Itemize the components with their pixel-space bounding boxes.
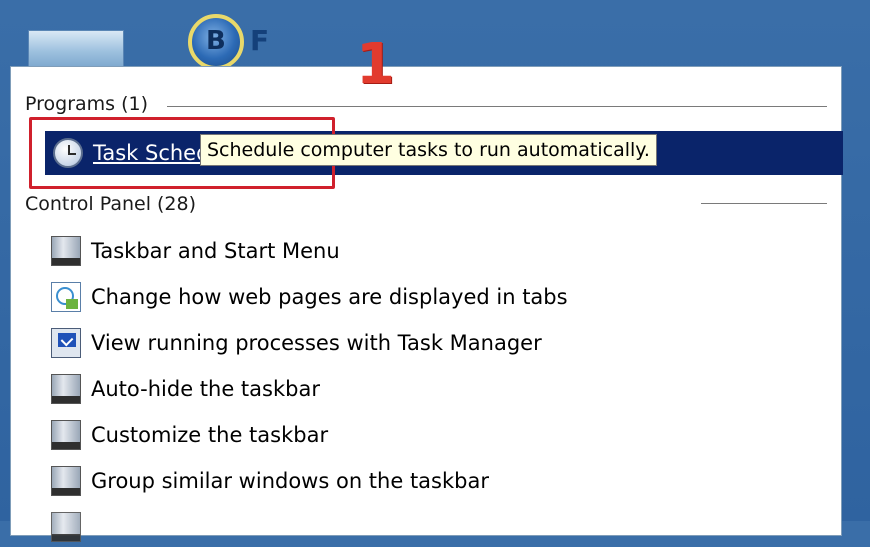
annotation-number: 1	[356, 32, 395, 97]
programs-header: Programs (1)	[25, 93, 149, 115]
control-item-task-manager[interactable]: View running processes with Task Manager	[51, 323, 542, 363]
control-item-taskbar-start-menu[interactable]: Taskbar and Start Menu	[51, 231, 340, 271]
programs-divider	[167, 106, 827, 107]
taskbar-icon	[51, 512, 81, 542]
control-item-partial[interactable]	[51, 507, 91, 547]
tooltip: Schedule computer tasks to run automatic…	[200, 134, 657, 166]
control-item-label: Auto-hide the taskbar	[91, 377, 320, 401]
taskbar-icon	[51, 374, 81, 404]
control-item-label: View running processes with Task Manager	[91, 331, 542, 355]
taskbar-icon	[51, 420, 81, 450]
control-item-label: Change how web pages are displayed in ta…	[91, 285, 568, 309]
control-item-customize-taskbar[interactable]: Customize the taskbar	[51, 415, 328, 455]
control-item-web-tabs[interactable]: Change how web pages are displayed in ta…	[51, 277, 568, 317]
control-item-auto-hide[interactable]: Auto-hide the taskbar	[51, 369, 320, 409]
control-panel-header: Control Panel (28)	[25, 193, 197, 215]
control-item-label: Taskbar and Start Menu	[91, 239, 340, 263]
taskbar-icon	[51, 466, 81, 496]
picture-icon[interactable]	[28, 30, 124, 70]
f-letter: F	[250, 24, 270, 57]
taskbar-icon	[51, 236, 81, 266]
control-item-label: Group similar windows on the taskbar	[91, 469, 489, 493]
web-tabs-icon	[51, 282, 81, 312]
control-item-label: Customize the taskbar	[91, 423, 329, 447]
control-item-group-windows[interactable]: Group similar windows on the taskbar	[51, 461, 489, 501]
control-panel-divider	[701, 203, 827, 204]
app-b-icon[interactable]: B	[188, 14, 244, 70]
b-letter: B	[206, 26, 226, 56]
task-manager-icon	[51, 328, 81, 358]
